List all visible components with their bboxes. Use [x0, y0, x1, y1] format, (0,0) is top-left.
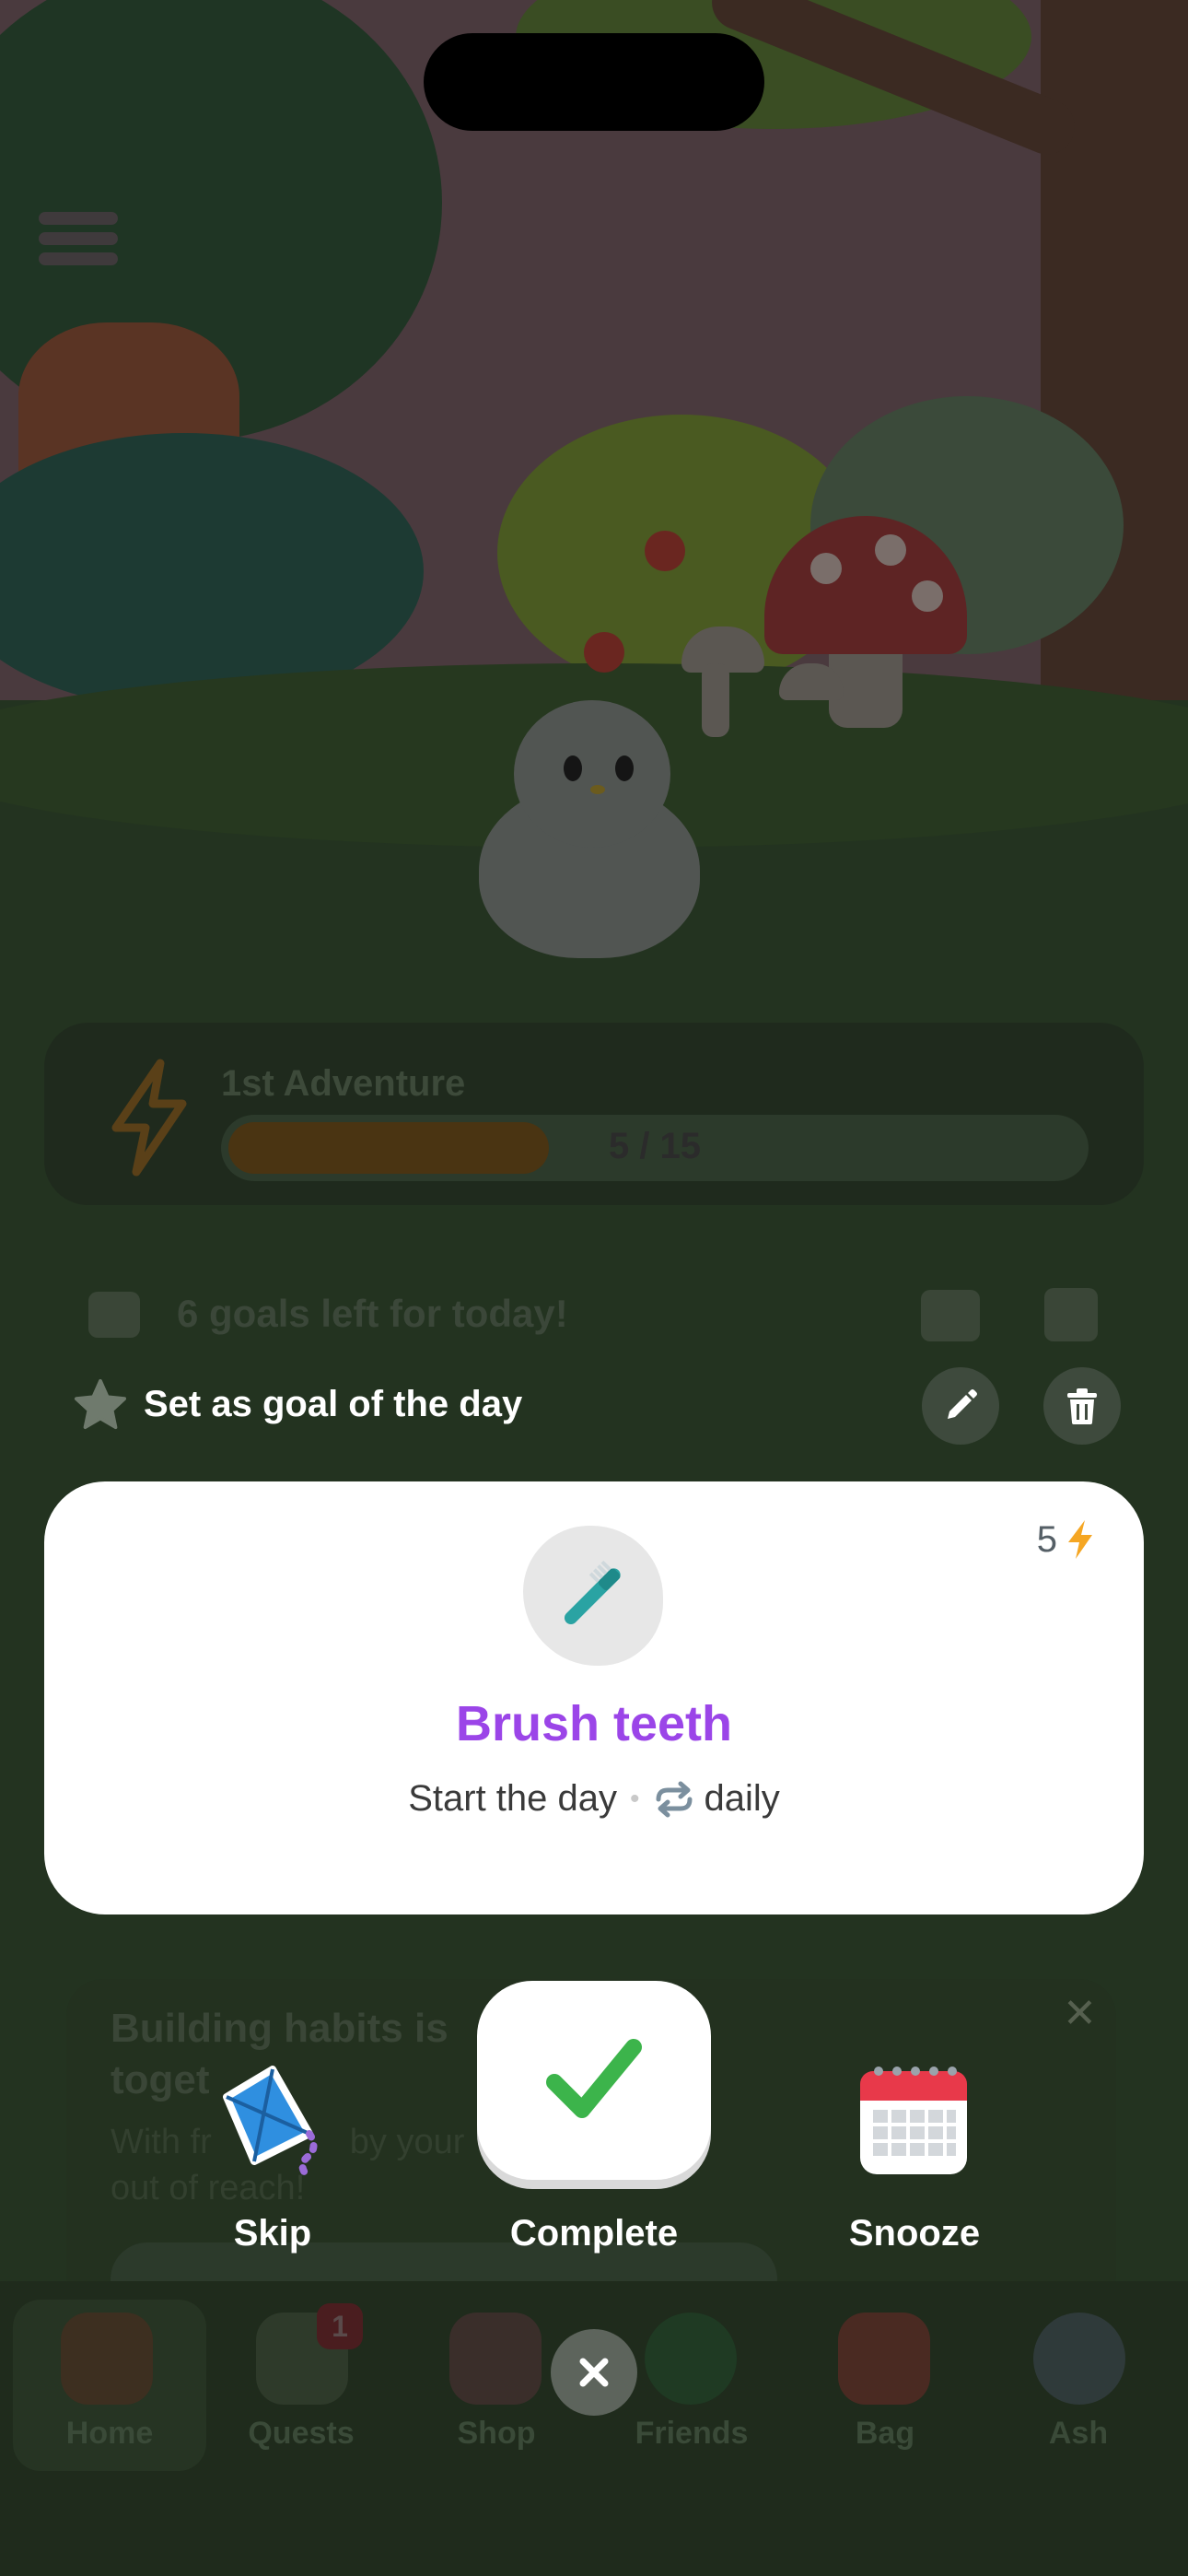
avatar	[1033, 2313, 1125, 2405]
tab-home-label: Home	[65, 2416, 154, 2451]
repeat-icon	[656, 1781, 693, 1817]
scene-small-mushroom	[702, 663, 729, 737]
dynamic-island	[424, 33, 764, 131]
goals-left-heading: 6 goals left for today!	[177, 1292, 568, 1335]
energy-bolt-icon	[1068, 1520, 1092, 1559]
scene-flower	[645, 531, 685, 571]
bird-character-head	[514, 700, 670, 848]
energy-bolt-icon	[111, 1059, 187, 1177]
calendar-icon	[88, 1292, 140, 1338]
habit-promo-close-icon[interactable]: ✕	[1063, 1990, 1097, 2037]
task-icon-container	[523, 1526, 663, 1666]
calendar-icon	[860, 2067, 967, 2174]
close-overlay-button[interactable]	[551, 2329, 637, 2416]
add-goal-grid-icon[interactable]	[1044, 1288, 1098, 1341]
scene-mushroom-dot	[810, 553, 842, 584]
home-icon	[61, 2313, 153, 2405]
scene-mushroom-dot	[912, 580, 943, 612]
trash-icon	[1067, 1388, 1097, 1424]
bird-beak	[590, 785, 605, 794]
task-category: Start the day	[408, 1778, 617, 1819]
task-meta: Start the day • daily	[44, 1778, 1144, 1820]
quests-badge: 1	[317, 2303, 363, 2349]
set-goal-of-day-row[interactable]: Set as goal of the day	[74, 1371, 522, 1437]
bird-eye	[564, 755, 582, 781]
scene-flower	[584, 632, 624, 673]
skip-label: Skip	[233, 2213, 312, 2254]
adventure-progress-count: 5 / 15	[608, 1126, 702, 1166]
scene-mushroom-dot	[875, 534, 906, 566]
kite-icon	[223, 2066, 318, 2182]
tab-quests-label: Quests	[248, 2416, 355, 2451]
close-icon	[579, 2358, 609, 2387]
shop-icon	[449, 2313, 542, 2405]
star-icon	[74, 1378, 127, 1430]
delete-button[interactable]	[1043, 1367, 1121, 1445]
bird-eye	[615, 755, 634, 781]
adventure-title: 1st Adventure	[221, 1063, 466, 1104]
snooze-label: Snooze	[848, 2213, 981, 2254]
meta-separator: •	[630, 1783, 640, 1814]
tab-bag-label: Bag	[855, 2416, 915, 2451]
edit-button[interactable]	[922, 1367, 999, 1445]
tab-shop-label: Shop	[457, 2416, 536, 2451]
set-goal-of-day-label: Set as goal of the day	[144, 1383, 523, 1424]
task-xp-value: 5	[1036, 1518, 1057, 1560]
forest-scene: 1st Adventure 5 / 15 6 goals left for to…	[0, 0, 1188, 2576]
task-title: Brush teeth	[455, 1696, 733, 1751]
task-card: 5 Brush teeth Start the day • daily	[44, 1481, 1144, 1914]
complete-label: Complete	[509, 2213, 679, 2254]
pencil-icon	[948, 1389, 977, 1419]
toothbrush-icon	[564, 1560, 621, 1625]
task-frequency: daily	[704, 1778, 780, 1819]
tab-profile-label: Ash	[1048, 2416, 1109, 2451]
checkmark-icon	[546, 2039, 642, 2118]
friends-tree-icon	[645, 2313, 737, 2405]
bag-icon	[838, 2313, 930, 2405]
task-xp-reward: 5	[1037, 1518, 1096, 1561]
tab-friends-label: Friends	[635, 2416, 749, 2451]
complete-button[interactable]	[477, 1981, 711, 2180]
filter-sliders-icon[interactable]	[921, 1290, 980, 1341]
